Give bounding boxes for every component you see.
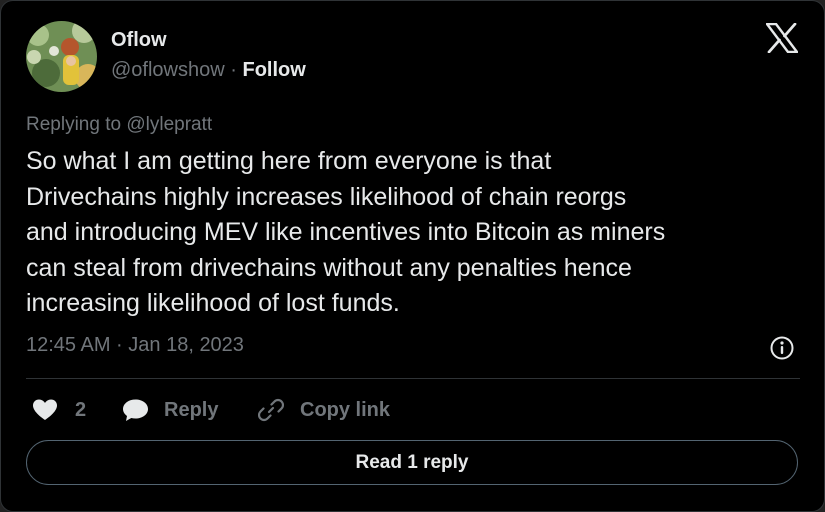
speech-bubble-icon — [123, 399, 148, 421]
replying-to[interactable]: Replying to @lylepratt — [26, 114, 212, 136]
x-logo-icon[interactable] — [766, 23, 798, 53]
avatar[interactable] — [26, 21, 97, 92]
follow-button[interactable]: Follow — [242, 59, 305, 81]
tweet-text: So what I am getting here from everyone … — [26, 144, 806, 322]
author-handle-row: @oflowshow · Follow — [111, 59, 306, 82]
read-replies-button[interactable]: Read 1 reply — [26, 440, 798, 485]
link-icon — [258, 398, 284, 422]
copy-link-button[interactable]: Copy link — [258, 393, 390, 427]
reply-label: Reply — [164, 398, 219, 421]
tweet-card: Oflow @oflowshow · Follow Replying to @l… — [0, 0, 825, 512]
tweet-text-line: can steal from drivechains without any p… — [26, 253, 632, 282]
author-name[interactable]: Oflow — [111, 29, 167, 52]
timestamp[interactable]: 12:45 AM · Jan 18, 2023 — [26, 334, 244, 357]
tweet-text-line: and introducing MEV like incentives into… — [26, 218, 666, 246]
read-replies-label: Read 1 reply — [355, 451, 469, 473]
tweet-text-line: So what I am getting here from everyone … — [26, 147, 552, 175]
separator: · — [230, 59, 237, 81]
avatar-image — [26, 21, 97, 92]
copy-link-label: Copy link — [300, 398, 391, 421]
tweet-text-line: increasing likelihood of lost funds. — [26, 289, 400, 317]
tweet-text-line: Drivechains highly increases likelihood … — [26, 182, 627, 211]
heart-icon — [33, 399, 57, 420]
like-count: 2 — [75, 398, 87, 421]
info-icon[interactable] — [769, 335, 795, 361]
author-handle[interactable]: @oflowshow — [111, 59, 225, 81]
like-button[interactable]: 2 — [32, 393, 86, 427]
reply-button[interactable]: Reply — [122, 393, 218, 427]
divider — [26, 378, 800, 379]
